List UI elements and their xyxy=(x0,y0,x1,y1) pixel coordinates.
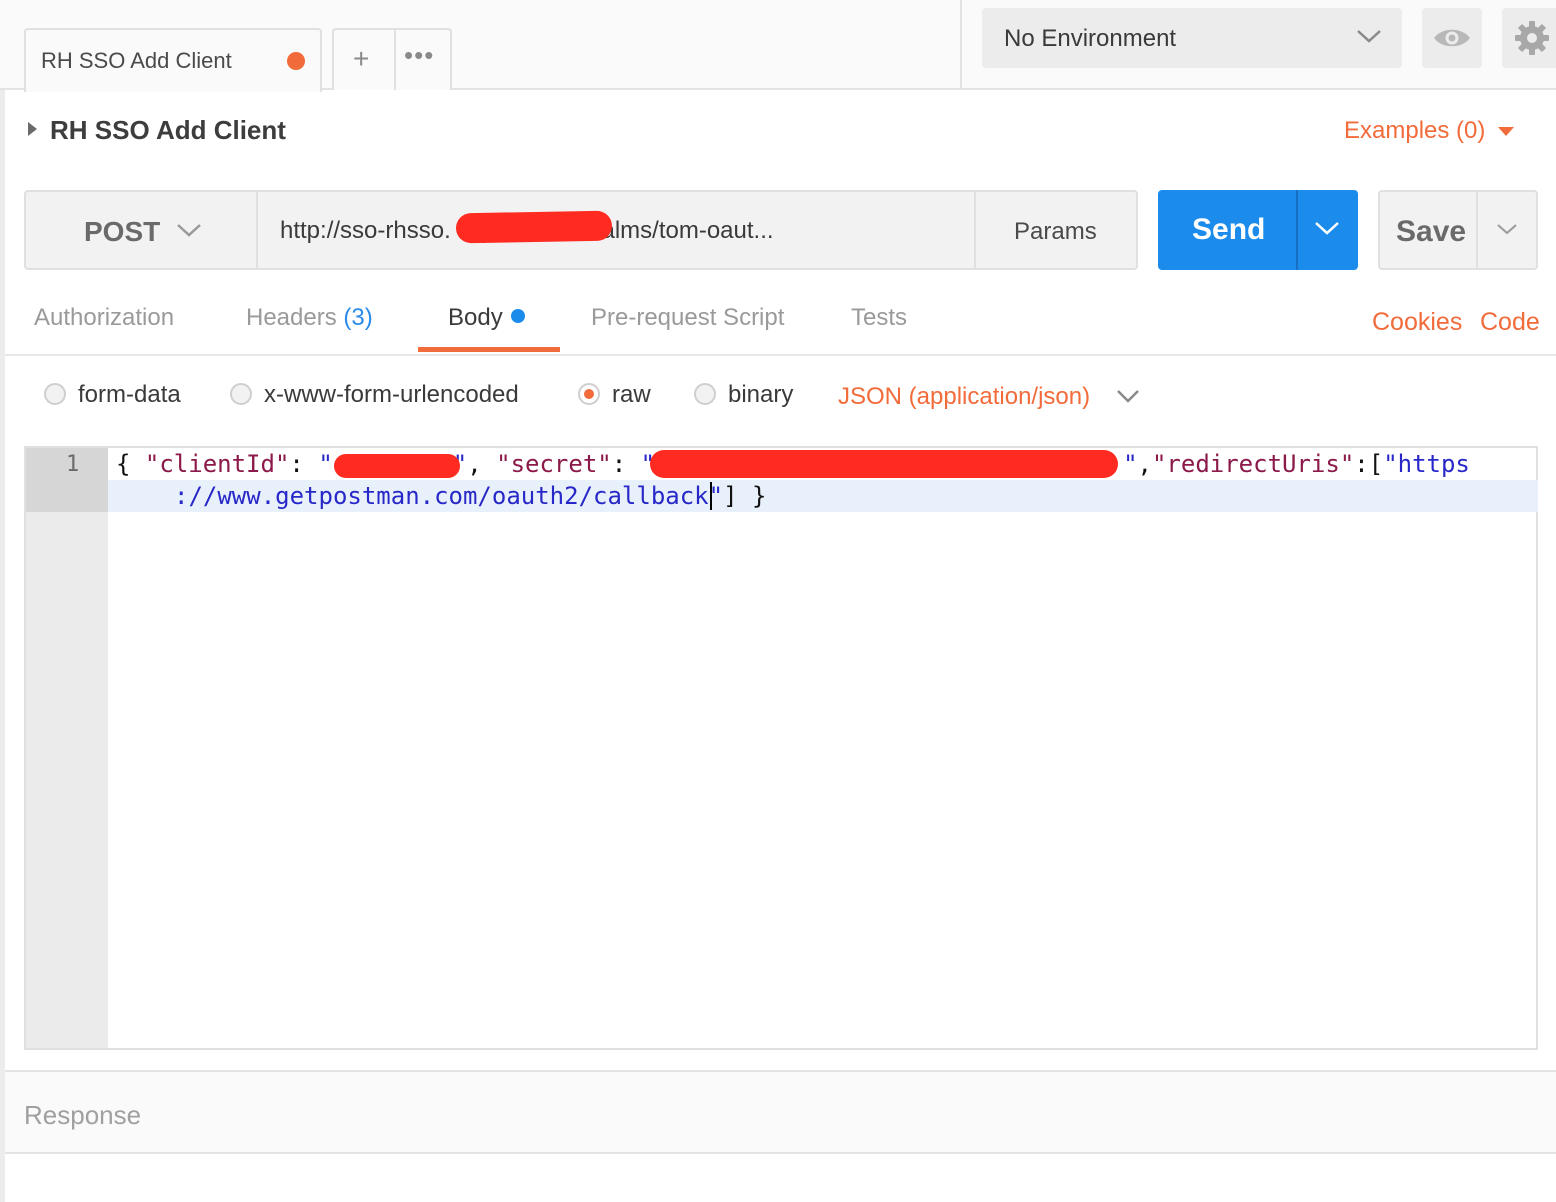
tab-bar: RH SSO Add Client + ••• No Environment xyxy=(0,0,1556,92)
window-left-edge xyxy=(0,0,5,1202)
method-select[interactable]: POST xyxy=(26,192,258,268)
code-key-redirecturis: "redirectUris" xyxy=(1151,450,1355,478)
code-link[interactable]: Code xyxy=(1480,308,1540,337)
code-colon: : xyxy=(611,450,641,478)
response-panel: Response xyxy=(5,1070,1556,1154)
binary-label[interactable]: binary xyxy=(728,381,793,409)
tab-tests[interactable]: Tests xyxy=(851,304,907,332)
request-tab[interactable]: RH SSO Add Client xyxy=(24,28,322,92)
radio-binary[interactable] xyxy=(694,383,716,405)
radio-form-data[interactable] xyxy=(44,383,66,405)
more-tabs-button[interactable]: ••• xyxy=(404,40,434,71)
url-text: http://sso-rhsso. .xip.io/auth/realms/to… xyxy=(280,217,774,244)
radio-urlencoded[interactable] xyxy=(230,383,252,405)
code-url-rest: ://www.getpostman.com/oauth2/callback" xyxy=(174,482,724,510)
unsaved-changes-dot xyxy=(287,52,305,70)
chevron-down-icon xyxy=(177,224,201,237)
caret-down-icon[interactable] xyxy=(1498,127,1514,136)
code-key-clientid: "clientId" xyxy=(144,450,290,478)
editor-gutter xyxy=(26,448,108,1048)
params-button[interactable]: Params xyxy=(978,192,1138,268)
redaction-mark xyxy=(455,210,613,244)
body-editor[interactable]: 1 { "clientId": " ", "secret": " ","redire… xyxy=(24,446,1538,1050)
request-tab-label: RH SSO Add Client xyxy=(41,48,232,73)
settings-button[interactable] xyxy=(1502,8,1556,68)
headers-count: (3) xyxy=(343,304,373,331)
url-bar: POST http://sso-rhsso. .xip.io/auth/real… xyxy=(24,190,1138,270)
tab-headers[interactable]: Headers (3) xyxy=(246,304,373,332)
save-split-divider xyxy=(1476,192,1478,268)
content-type-select[interactable]: JSON (application/json) xyxy=(838,383,1090,411)
active-tab-indicator xyxy=(418,347,560,352)
code-url-start: "https xyxy=(1383,450,1470,478)
tab-headers-label: Headers xyxy=(246,304,337,331)
eye-icon xyxy=(1434,29,1470,47)
chevron-down-icon[interactable] xyxy=(1314,220,1340,236)
tab-tools: + ••• xyxy=(332,28,452,90)
line-number: 1 xyxy=(66,452,80,477)
send-label: Send xyxy=(1192,213,1266,246)
environment-select-label: No Environment xyxy=(1004,25,1177,52)
tab-authorization[interactable]: Authorization xyxy=(34,304,174,332)
response-label: Response xyxy=(24,1100,142,1130)
collapse-arrow-icon[interactable] xyxy=(28,122,37,136)
body-modified-dot xyxy=(510,309,525,323)
send-split-divider xyxy=(1296,190,1298,270)
new-tab-button[interactable]: + xyxy=(353,43,369,75)
save-label: Save xyxy=(1396,215,1467,248)
tab-prerequest-script[interactable]: Pre-request Script xyxy=(591,304,784,332)
radio-raw[interactable] xyxy=(578,383,600,405)
method-label: POST xyxy=(84,216,161,247)
code-comma: , xyxy=(467,450,497,478)
redaction-mark xyxy=(334,454,460,478)
url-input[interactable]: http://sso-rhsso. .xip.io/auth/realms/to… xyxy=(260,192,976,268)
code-colon: : xyxy=(289,450,319,478)
code-line-1-wrap: ://www.getpostman.com/oauth2/callback"] … xyxy=(174,480,766,512)
request-subtabs: Authorization Headers (3) Body Pre-reque… xyxy=(5,290,1556,356)
body-mode-options: form-data x-www-form-urlencoded raw bina… xyxy=(0,370,1556,430)
request-name[interactable]: RH SSO Add Client xyxy=(50,115,286,146)
text-cursor xyxy=(710,482,712,510)
gear-icon xyxy=(1515,21,1549,55)
cookies-link[interactable]: Cookies xyxy=(1372,308,1462,337)
code-quote: " xyxy=(318,450,333,478)
send-button[interactable]: Send xyxy=(1158,190,1358,270)
tab-tools-divider xyxy=(394,30,396,90)
urlencoded-label[interactable]: x-www-form-urlencoded xyxy=(264,381,519,409)
chevron-down-icon xyxy=(1357,30,1381,43)
params-label: Params xyxy=(1014,218,1097,245)
environment-quicklook-button[interactable] xyxy=(1422,8,1482,68)
chevron-down-icon[interactable] xyxy=(1496,222,1518,236)
code-key-secret: "secret" xyxy=(496,450,612,478)
environment-divider xyxy=(960,0,962,88)
code-comma: , xyxy=(1137,450,1152,478)
code-close: ] } xyxy=(723,482,767,510)
code-brace: { xyxy=(116,450,145,478)
save-button[interactable]: Save xyxy=(1378,190,1538,270)
tab-body-label: Body xyxy=(448,304,503,331)
tab-body[interactable]: Body xyxy=(448,304,525,332)
code-colon-bracket: :[ xyxy=(1354,450,1384,478)
raw-label[interactable]: raw xyxy=(612,381,651,409)
form-data-label[interactable]: form-data xyxy=(78,381,181,409)
code-quote: " xyxy=(1123,450,1138,478)
redaction-mark xyxy=(650,450,1118,478)
environment-select[interactable]: No Environment xyxy=(982,8,1402,68)
chevron-down-icon[interactable] xyxy=(1116,388,1140,404)
examples-dropdown[interactable]: Examples (0) xyxy=(1344,117,1485,145)
